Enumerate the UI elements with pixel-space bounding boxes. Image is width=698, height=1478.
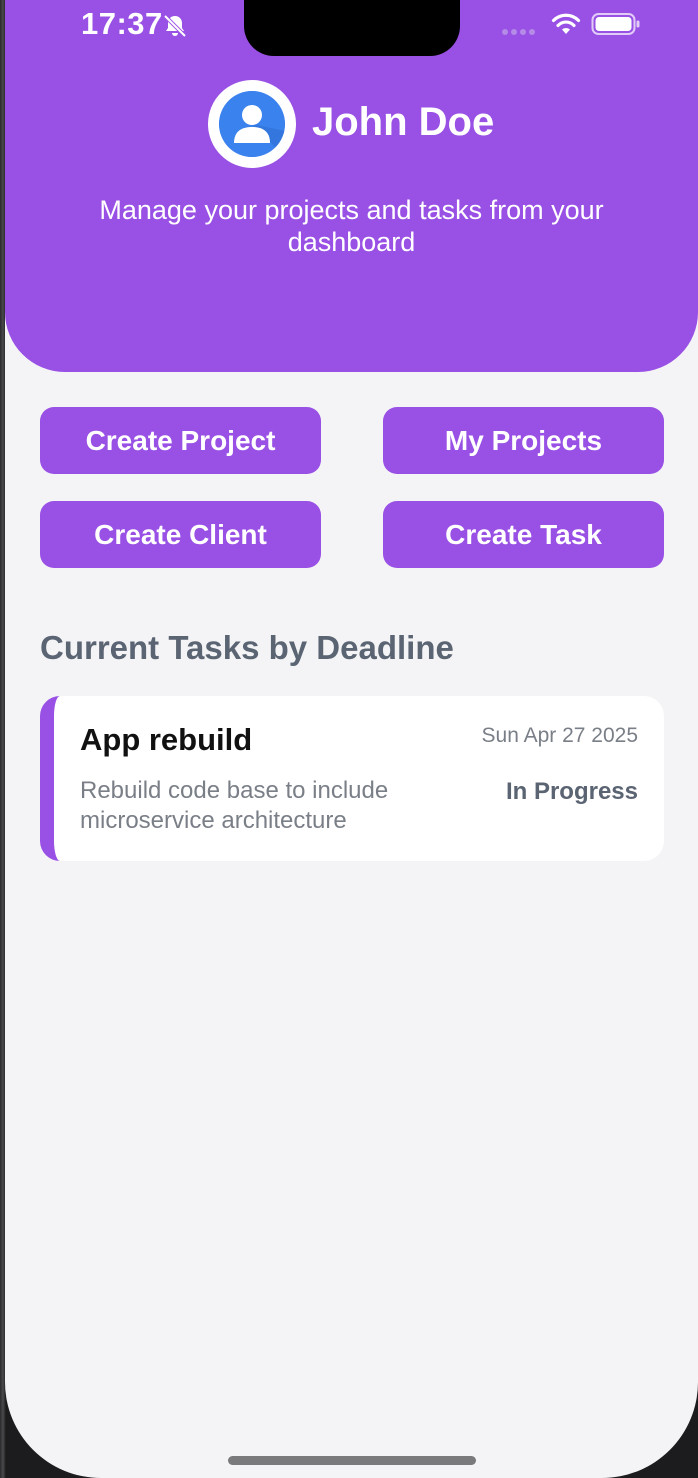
task-title: App rebuild	[80, 722, 253, 757]
cellular-signal-icon	[502, 29, 535, 35]
task-status-badge: In Progress	[505, 778, 638, 805]
dynamic-island	[244, 0, 460, 56]
user-name: John Doe	[312, 100, 495, 144]
battery-icon	[591, 13, 640, 35]
home-indicator[interactable]	[228, 1456, 476, 1465]
create-client-button[interactable]: Create Client	[40, 501, 321, 568]
create-project-button[interactable]: Create Project	[40, 407, 321, 474]
user-avatar[interactable]	[208, 80, 296, 168]
dashboard-subtitle: Manage your projects and tasks from your…	[99, 195, 604, 257]
profile-header: 17:37 John Doe Manage your projects and …	[5, 0, 698, 372]
wifi-icon	[551, 13, 581, 34]
task-card[interactable]: App rebuild Sun Apr 27 2025 Rebuild code…	[40, 696, 664, 861]
app-screen: 17:37 John Doe Manage your projects and …	[5, 0, 698, 1478]
create-task-button[interactable]: Create Task	[383, 501, 664, 568]
my-projects-button[interactable]: My Projects	[383, 407, 664, 474]
task-description: Rebuild code base to include microservic…	[80, 777, 389, 834]
status-time: 17:37	[81, 6, 163, 41]
user-avatar-icon	[219, 91, 285, 157]
task-deadline: Sun Apr 27 2025	[481, 724, 638, 747]
tasks-section-title: Current Tasks by Deadline	[40, 629, 454, 666]
bell-slash-icon	[163, 14, 187, 38]
